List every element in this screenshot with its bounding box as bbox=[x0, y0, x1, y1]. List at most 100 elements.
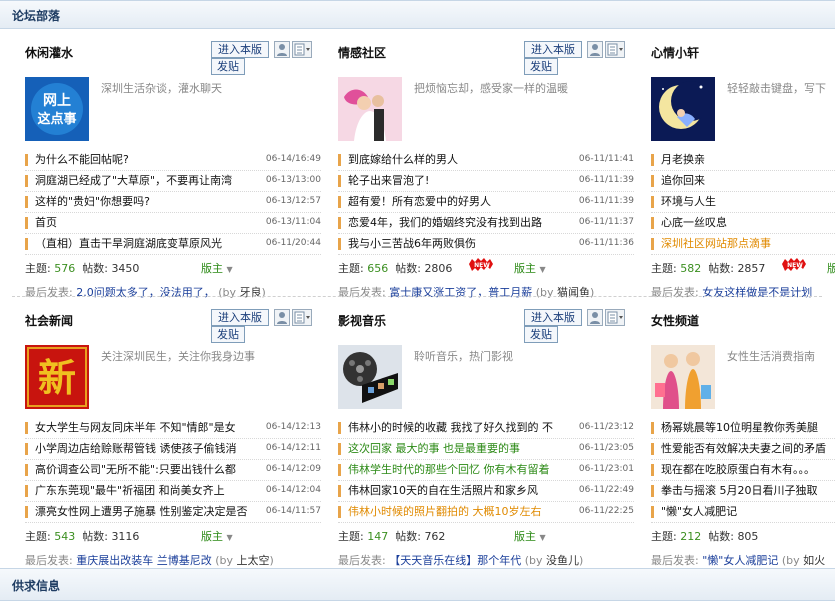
new-post-button[interactable]: 发贴 bbox=[211, 326, 245, 343]
forum-stats: 主题: 212 帖数: 805 bbox=[651, 530, 759, 543]
forum-block-women: 女性频道 女性生活消费指南 杨幂姚晨等10位明星教你秀美腿 性爱能否有效解决夫妻… bbox=[651, 312, 835, 574]
new-post-button[interactable]: 发贴 bbox=[211, 58, 245, 75]
thread-row[interactable]: 为什么不能回帖呢? 06-14/16:49 bbox=[25, 150, 321, 171]
thread-row[interactable]: 伟林小时候的照片翻拍的 大概10岁左右 06-11/22:25 bbox=[338, 502, 634, 523]
forum-description: 关注深圳民生，关注你我身边事 bbox=[101, 350, 255, 363]
user-icon[interactable] bbox=[587, 309, 603, 326]
last-post-author[interactable]: 上太空 bbox=[237, 554, 270, 567]
section-title: 论坛部落 bbox=[12, 9, 61, 23]
last-post-author[interactable]: 猫闻鱼 bbox=[557, 286, 590, 299]
thread-row[interactable]: 广东东莞现"最牛"祈福团 和尚美女齐上 06-14/12:04 bbox=[25, 481, 321, 502]
last-post-link[interactable]: 【天天音乐在线】那个年代 bbox=[389, 554, 521, 567]
enter-forum-button[interactable]: 进入本版 bbox=[524, 309, 582, 326]
moderator-dropdown[interactable]: 版主 ▼ bbox=[514, 528, 546, 544]
forum-title[interactable]: 女性频道 bbox=[651, 312, 699, 329]
moderator-dropdown[interactable]: 版主 ▼ bbox=[201, 260, 233, 276]
user-icon[interactable] bbox=[274, 41, 290, 58]
forum-stats: 主题: 543 帖数: 3116 版主 ▼ bbox=[25, 528, 233, 544]
last-post-author[interactable]: 如火 bbox=[803, 554, 825, 567]
thread-row[interactable]: 性爱能否有效解决夫妻之间的矛盾 bbox=[651, 439, 835, 460]
last-post-link[interactable]: 女友这样做是不是计划 bbox=[702, 286, 812, 299]
last-post-link[interactable]: 2.0问题太多了，没法用了， bbox=[76, 286, 215, 299]
wangshang-zhedianshi-logo[interactable]: 网上 这点事 bbox=[25, 77, 89, 141]
film-reel-photo[interactable] bbox=[338, 345, 402, 409]
user-icon[interactable] bbox=[274, 309, 290, 326]
row-divider bbox=[12, 296, 822, 297]
last-post-line: 最后发表: 2.0问题太多了，没法用了， (by 牙良) bbox=[25, 286, 266, 299]
section-title: 供求信息 bbox=[12, 579, 61, 593]
svg-text:新: 新 bbox=[38, 355, 76, 400]
thread-row[interactable]: 小学周边店给赊账帮管钱 诱使孩子偷钱消 06-14/12:11 bbox=[25, 439, 321, 460]
list-options-icon[interactable] bbox=[605, 41, 625, 58]
thread-row[interactable]: 伟林学生时代的那些个回忆 你有木有留着 06-11/23:01 bbox=[338, 460, 634, 481]
thread-row[interactable]: 深圳社区网站那点滴事 bbox=[651, 234, 835, 255]
thread-row[interactable]: 我与小三苦战6年两败俱伤 06-11/11:36 bbox=[338, 234, 634, 255]
thread-row[interactable]: 轮子出来冒泡了! 06-11/11:39 bbox=[338, 171, 634, 192]
thread-row[interactable]: 追你回来 bbox=[651, 171, 835, 192]
forum-stats: 主题: 147 帖数: 762 版主 ▼ bbox=[338, 528, 546, 544]
forum-title[interactable]: 休闲灌水 bbox=[25, 44, 73, 61]
wedding-couple-photo[interactable] bbox=[338, 77, 402, 141]
user-icon[interactable] bbox=[587, 41, 603, 58]
thread-row[interactable]: 现在都在吃胶原蛋白有木有。。。 bbox=[651, 460, 835, 481]
last-post-author[interactable]: 牙良 bbox=[240, 286, 262, 299]
svg-text:NEW: NEW bbox=[474, 262, 490, 269]
moon-girl-photo[interactable] bbox=[651, 77, 715, 141]
new-post-button[interactable]: 发贴 bbox=[524, 58, 558, 75]
last-post-link[interactable]: "懒"女人减肥记 bbox=[702, 554, 778, 567]
thread-row[interactable]: 月老换亲 bbox=[651, 150, 835, 171]
forum-title[interactable]: 情感社区 bbox=[338, 44, 386, 61]
forum-stats: 主题: 582 帖数: 2857 NEW 版主 bbox=[651, 258, 835, 276]
forum-description: 女性生活消费指南 bbox=[727, 350, 815, 363]
forum-section-header: 论坛部落 bbox=[0, 0, 835, 29]
thread-list: 月老换亲 追你回来 环境与人生 心底一丝叹息 深圳社区网站那点滴事 bbox=[651, 150, 835, 255]
forum-title[interactable]: 社会新闻 bbox=[25, 312, 73, 329]
enter-forum-button[interactable]: 进入本版 bbox=[524, 41, 582, 58]
new-post-button[interactable]: 发贴 bbox=[524, 326, 558, 343]
forum-stats: 主题: 576 帖数: 3450 版主 ▼ bbox=[25, 260, 233, 276]
thread-row[interactable]: 高价调查公司"无所不能":只要出钱什么都 06-14/12:09 bbox=[25, 460, 321, 481]
svg-text:NEW: NEW bbox=[787, 262, 803, 269]
thread-row[interactable]: 伟林小的时候的收藏 我找了好久找到的 不 06-11/23:12 bbox=[338, 418, 634, 439]
thread-row[interactable]: 杨幂姚晨等10位明星教你秀美腿 bbox=[651, 418, 835, 439]
forum-description: 深圳生活杂谈，灌水聊天 bbox=[101, 82, 222, 95]
forum-description: 轻轻敲击键盘，写下 bbox=[727, 82, 826, 95]
thread-row[interactable]: "懒"女人减肥记 bbox=[651, 502, 835, 523]
last-post-line: 最后发表: 重庆展出改装车 兰博基尼改 (by 上太空) bbox=[25, 554, 274, 567]
thread-list: 到底嫁给什么样的男人 06-11/11:41 轮子出来冒泡了! 06-11/11:3… bbox=[338, 150, 634, 255]
last-post-link[interactable]: 富士康又涨工资了，普工月薪 bbox=[389, 286, 532, 299]
forum-block-society-news: 社会新闻 进入本版 发贴 新 关注深圳民生，关注你我身边事 女大学生与网友同床半… bbox=[25, 309, 325, 574]
forum-title[interactable]: 影视音乐 bbox=[338, 312, 386, 329]
thread-row[interactable]: 恋爱4年，我们的婚姻终究没有找到出路 06-11/11:37 bbox=[338, 213, 634, 234]
thread-row[interactable]: 伟林回家10天的自在生活照片和家乡风 06-11/22:49 bbox=[338, 481, 634, 502]
thread-row[interactable]: 超有爱！所有恋爱中的好男人 06-11/11:39 bbox=[338, 192, 634, 213]
moderator-dropdown[interactable]: 版主 ▼ bbox=[201, 528, 233, 544]
forum-title[interactable]: 心情小轩 bbox=[651, 44, 699, 61]
svg-text:网上: 网上 bbox=[43, 93, 71, 109]
thread-row[interactable]: 环境与人生 bbox=[651, 192, 835, 213]
thread-row[interactable]: 这次回家 最大的事 也是最重要的事 06-11/23:05 bbox=[338, 439, 634, 460]
thread-row[interactable]: 漂亮女性网上遭男子施暴 性别鉴定决定是否 06-14/11:57 bbox=[25, 502, 321, 523]
thread-row[interactable]: 女大学生与网友同床半年 不知"情郎"是女 06-14/12:13 bbox=[25, 418, 321, 439]
last-post-link[interactable]: 重庆展出改装车 兰博基尼改 bbox=[76, 554, 212, 567]
enter-forum-button[interactable]: 进入本版 bbox=[211, 41, 269, 58]
forum-description: 聆听音乐，热门影视 bbox=[414, 350, 513, 363]
shopping-women-photo[interactable] bbox=[651, 345, 715, 409]
last-post-line: 最后发表: "懒"女人减肥记 (by 如火 bbox=[651, 554, 826, 567]
list-options-icon[interactable] bbox=[292, 41, 312, 58]
last-post-line: 最后发表: 富士康又涨工资了，普工月薪 (by 猫闻鱼) bbox=[338, 286, 595, 299]
list-options-icon[interactable] bbox=[292, 309, 312, 326]
thread-row[interactable]: 洞庭湖已经成了"大草原"，不要再让南湾 06-13/13:00 bbox=[25, 171, 321, 192]
moderator-dropdown[interactable]: 版主 ▼ bbox=[514, 260, 546, 276]
enter-forum-button[interactable]: 进入本版 bbox=[211, 309, 269, 326]
thread-row[interactable]: 拳击与摇滚 5月20日看川子独取 bbox=[651, 481, 835, 502]
thread-row[interactable]: （直相）直击干旱洞庭湖底变草原风光 06-11/20:44 bbox=[25, 234, 321, 255]
thread-row[interactable]: 首页 06-13/11:04 bbox=[25, 213, 321, 234]
moderator-dropdown[interactable]: 版主 bbox=[827, 260, 835, 276]
xin-red-logo[interactable]: 新 bbox=[25, 345, 89, 409]
thread-row[interactable]: 这样的"贵妇"你想要吗? 06-13/12:57 bbox=[25, 192, 321, 213]
list-options-icon[interactable] bbox=[605, 309, 625, 326]
thread-row[interactable]: 到底嫁给什么样的男人 06-11/11:41 bbox=[338, 150, 634, 171]
last-post-author[interactable]: 没鱼儿 bbox=[546, 554, 579, 567]
thread-row[interactable]: 心底一丝叹息 bbox=[651, 213, 835, 234]
